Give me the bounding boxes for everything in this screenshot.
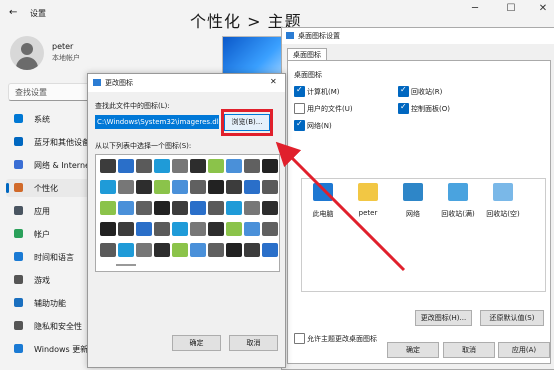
red-arrow-annotation: [275, 141, 406, 272]
